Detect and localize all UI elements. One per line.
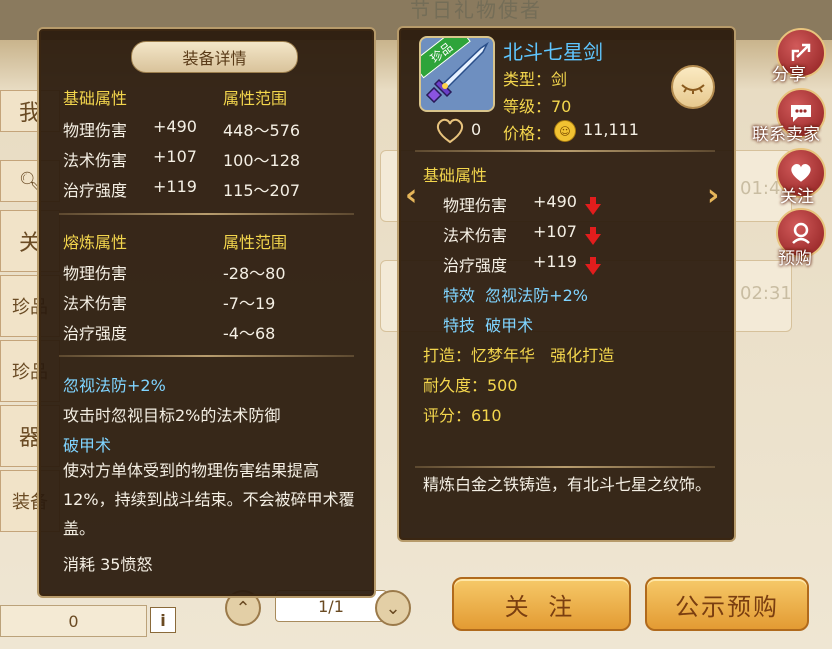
- follow-button[interactable]: 关 注: [452, 577, 631, 631]
- attr-name: 物理伤害: [443, 196, 508, 215]
- divider: [415, 466, 715, 468]
- eye-toggle-button[interactable]: [671, 65, 715, 109]
- attr-name: 治疗强度: [443, 256, 508, 275]
- currency-icon: ☺: [554, 120, 576, 142]
- preorder-label: 预购: [778, 249, 812, 269]
- preview-purchase-button[interactable]: 公示预购: [645, 577, 809, 631]
- price-label: 价格：: [503, 124, 552, 143]
- price-value: 11,111: [583, 120, 639, 139]
- attr-range: 448～576: [223, 121, 301, 140]
- attr-name: 治疗强度: [63, 324, 128, 343]
- contact-seller-label: 联系卖家: [752, 125, 820, 145]
- attr-value: +107: [153, 147, 197, 166]
- attr-range: -4～68: [223, 324, 276, 343]
- special-skill: 特技 破甲术: [443, 316, 534, 335]
- base-attr-title: 基础属性: [423, 166, 488, 185]
- attr-name: 法术伤害: [63, 151, 128, 170]
- refine-attr-title: 熔炼属性: [63, 233, 128, 252]
- heart-icon: [791, 164, 811, 182]
- divider: [59, 213, 354, 215]
- like-heart-icon[interactable]: [435, 118, 465, 148]
- attr-name: 物理伤害: [63, 121, 128, 140]
- attr-range: 100～128: [223, 151, 301, 170]
- preorder-icon: [792, 222, 810, 244]
- divider: [59, 355, 354, 357]
- equipment-detail-panel: 装备详情 基础属性 属性范围 物理伤害 +490 448～576 法术伤害 +1…: [37, 27, 376, 598]
- skill-desc: 使对方单体受到的物理伤害结果提高12%，持续到战斗结束。不会被碎甲术覆盖。: [63, 461, 355, 538]
- attr-range: -28～80: [223, 264, 286, 283]
- attr-range: -7～19: [223, 294, 276, 313]
- eye-icon: [681, 84, 705, 94]
- refine-range-title: 属性范围: [223, 233, 288, 252]
- decrease-arrow-icon: [585, 257, 601, 275]
- attr-value: +119: [153, 177, 197, 196]
- attr-value: +119: [533, 252, 577, 271]
- like-count: 0: [471, 120, 482, 139]
- skill-title: 破甲术: [63, 436, 112, 455]
- decrease-arrow-icon: [585, 227, 601, 245]
- item-type: 类型：剑: [503, 70, 568, 89]
- next-arrow-icon[interactable]: ›: [707, 178, 719, 213]
- attr-name: 法术伤害: [443, 226, 508, 245]
- divider: [415, 150, 715, 152]
- attr-value: +107: [533, 222, 577, 241]
- panel-header: 装备详情: [131, 41, 298, 73]
- listing-time: 02:31: [740, 283, 792, 304]
- effect-desc: 攻击时忽视目标2%的法术防御: [63, 406, 281, 425]
- bottom-count: 0: [0, 605, 147, 637]
- score: 评分：610: [423, 406, 502, 425]
- attr-name: 法术伤害: [63, 294, 128, 313]
- page-down-button[interactable]: ⌄: [375, 590, 411, 626]
- attr-value: +490: [153, 117, 197, 136]
- info-icon[interactable]: i: [150, 607, 176, 633]
- attr-name: 治疗强度: [63, 181, 128, 200]
- durability: 耐久度：500: [423, 376, 518, 395]
- attr-value: +490: [533, 192, 577, 211]
- prev-arrow-icon[interactable]: ‹: [405, 178, 417, 213]
- item-info-panel: 珍品 北斗七星剑 类型：剑 等级：70 0 价格： ☺ 11,111 ‹ › 基…: [397, 26, 736, 542]
- item-level: 等级：70: [503, 97, 572, 116]
- base-range-title: 属性范围: [223, 89, 288, 108]
- attr-range: 115～207: [223, 181, 301, 200]
- crafted-by: 打造：忆梦年华 强化打造: [423, 346, 615, 365]
- item-description: 精炼白金之铁铸造，有北斗七星之纹饰。: [423, 475, 712, 494]
- decrease-arrow-icon: [585, 197, 601, 215]
- share-label: 分享: [772, 65, 806, 85]
- special-effect: 特效 忽视法防+2%: [443, 286, 588, 305]
- item-name: 北斗七星剑: [503, 40, 603, 64]
- follow-side-label: 关注: [780, 187, 814, 207]
- attr-name: 物理伤害: [63, 264, 128, 283]
- sword-item-icon: 珍品: [419, 36, 495, 112]
- skill-cost: 消耗 35愤怒: [63, 555, 153, 574]
- banner-title: 节日礼物使者: [410, 0, 542, 22]
- effect-title: 忽视法防+2%: [63, 376, 166, 395]
- base-attr-title: 基础属性: [63, 89, 128, 108]
